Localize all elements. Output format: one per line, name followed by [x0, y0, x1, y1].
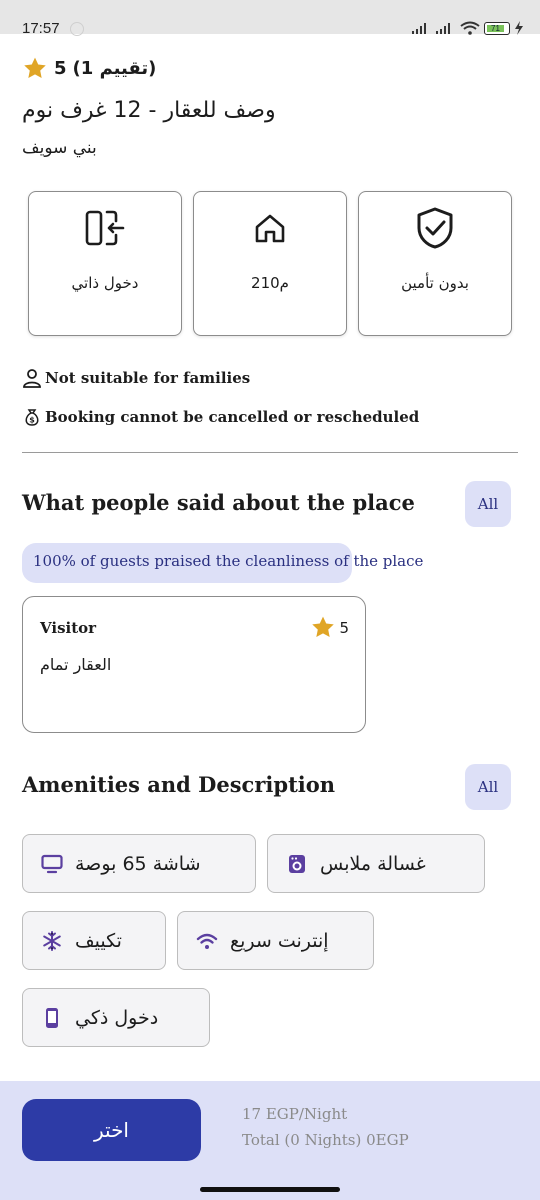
amenity-chip-smart-entry[interactable]: دخول ذكي	[22, 988, 210, 1047]
status-time: 17:57	[22, 20, 60, 37]
signal-icon-2	[436, 23, 450, 34]
amenity-chip-internet[interactable]: إنترنت سريع	[177, 911, 374, 970]
star-icon	[24, 57, 46, 78]
svg-text:$: $	[29, 416, 35, 425]
amenities-all-button[interactable]: All	[465, 764, 511, 810]
cancellation-note-text: Booking cannot be cancelled or reschedul…	[45, 408, 420, 426]
info-card-area[interactable]: 210م	[193, 191, 347, 336]
amenities-section-title: Amenities and Description	[22, 772, 336, 797]
reviews-section-title: What people said about the place	[22, 490, 415, 515]
battery-level: 71	[487, 24, 504, 32]
price-per-night: 17 EGP/Night	[242, 1105, 348, 1123]
review-rating: 5	[310, 615, 349, 640]
reviews-all-button[interactable]: All	[465, 481, 511, 527]
info-card-label: بدون تأمين	[401, 274, 469, 292]
washing-machine-icon	[286, 853, 308, 875]
review-card[interactable]: Visitor 5 العقار تمام	[22, 596, 366, 733]
snowflake-icon	[41, 930, 63, 952]
choose-button[interactable]: اختر	[22, 1099, 201, 1161]
info-card-label: دخول ذاتي	[71, 274, 139, 292]
info-card-insurance[interactable]: بدون تأمين	[358, 191, 512, 336]
charging-icon	[515, 21, 523, 35]
money-bag-icon: $	[25, 409, 39, 426]
rating-row: 5 (تقييم 1)	[22, 56, 156, 81]
divider	[22, 452, 518, 453]
star-icon	[312, 616, 335, 637]
review-author: Visitor	[40, 619, 97, 637]
cleanliness-text: 100% of guests praised the cleanliness o…	[33, 552, 424, 570]
notification-dot-icon	[70, 22, 84, 36]
families-note: Not suitable for families	[22, 368, 250, 388]
cancellation-note: $ Booking cannot be cancelled or resched…	[22, 407, 419, 427]
battery-icon: 71	[484, 21, 510, 35]
total-price: Total (0 Nights) 0EGP	[242, 1131, 409, 1149]
info-card-label: 210م	[251, 274, 289, 292]
amenity-chip-washer[interactable]: غسالة ملابس	[267, 834, 485, 893]
wifi-status-icon	[460, 21, 480, 35]
property-location: بني سويف	[22, 138, 97, 158]
status-icons: 71	[412, 21, 524, 35]
amenity-label: غسالة ملابس	[320, 852, 426, 875]
amenity-label: دخول ذكي	[75, 1006, 159, 1029]
rating-count: (تقييم 1)	[72, 58, 157, 79]
rating-value: 5	[54, 58, 67, 79]
self-entry-icon	[83, 206, 127, 250]
smartphone-icon	[41, 1007, 63, 1029]
signal-icon	[412, 23, 426, 34]
review-stars-value: 5	[339, 618, 349, 637]
property-title: وصف للعقار - 12 غرف نوم	[22, 98, 276, 123]
house-icon	[248, 206, 292, 250]
amenity-chip-ac[interactable]: تكييف	[22, 911, 166, 970]
families-note-text: Not suitable for families	[45, 369, 251, 387]
amenity-chip-tv[interactable]: شاشة 65 بوصة	[22, 834, 256, 893]
amenity-label: إنترنت سريع	[230, 929, 329, 952]
amenity-label: شاشة 65 بوصة	[75, 852, 201, 875]
person-icon	[23, 369, 41, 388]
monitor-icon	[41, 853, 63, 875]
status-bar: 17:57 71	[0, 0, 540, 37]
info-card-entry[interactable]: دخول ذاتي	[28, 191, 182, 336]
review-text: العقار تمام	[40, 655, 112, 674]
wifi-icon	[196, 930, 218, 952]
amenity-label: تكييف	[75, 929, 122, 952]
home-indicator[interactable]	[200, 1187, 340, 1192]
shield-check-icon	[413, 206, 457, 250]
